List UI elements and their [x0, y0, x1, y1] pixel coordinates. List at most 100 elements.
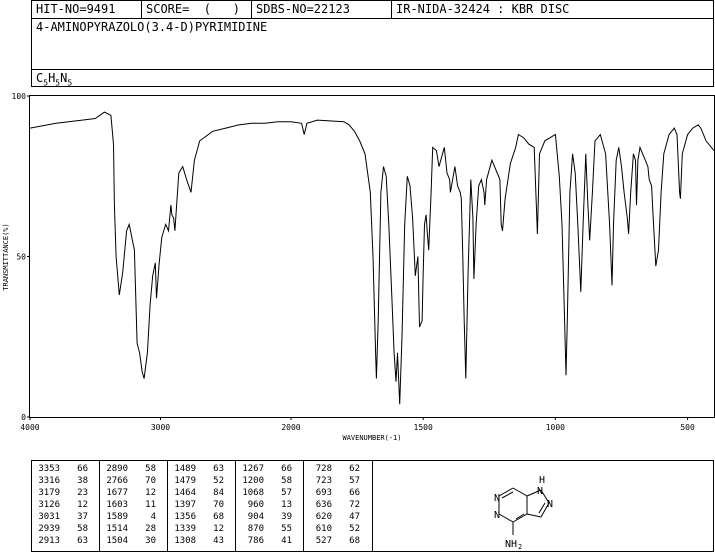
- nh-h-label: H: [539, 475, 545, 486]
- peak-transmittance: 68: [349, 536, 360, 546]
- peak-transmittance: 58: [145, 464, 156, 474]
- peak-wavenumber: 1356: [174, 512, 196, 522]
- peak-wavenumber: 636: [315, 500, 332, 510]
- peak-wavenumber: 1068: [242, 488, 264, 498]
- peak-wavenumber: 3353: [38, 464, 60, 474]
- peak-transmittance: 66: [281, 464, 292, 474]
- peak-transmittance: 12: [145, 488, 156, 498]
- peak-wavenumber: 1677: [106, 488, 128, 498]
- peak-transmittance: 43: [213, 536, 224, 546]
- peak-table: 3353 66 3316 38 3179 23 3126 12 3031 37 2939 58 2913…: [31, 460, 373, 552]
- peak-transmittance: 58: [77, 524, 88, 534]
- peak-wavenumber: 1200: [242, 476, 264, 486]
- x-tick-label: 1000: [546, 423, 565, 432]
- peak-wavenumber: 1267: [242, 464, 264, 474]
- peak-transmittance: 57: [349, 476, 360, 486]
- peak-transmittance: 30: [145, 536, 156, 546]
- peak-wavenumber: 610: [315, 524, 332, 534]
- x-tick-label: 2000: [281, 423, 300, 432]
- x-axis-label: WAVENUMBER(-1): [342, 434, 401, 442]
- peak-wavenumber: 3031: [38, 512, 60, 522]
- peak-transmittance: 72: [349, 500, 360, 510]
- y-axis-label: TRANSMITTANCE(%): [2, 223, 10, 290]
- peak-wavenumber: 527: [315, 536, 332, 546]
- peak-transmittance: 66: [349, 488, 360, 498]
- peak-column: 3353 66 3316 38 3179 23 3126 12 3031 37 2939 58 2913…: [32, 461, 100, 551]
- peak-wavenumber: 728: [315, 464, 332, 474]
- plot-frame: [29, 95, 715, 418]
- amine-label: NH: [505, 539, 517, 550]
- peak-column: 1489 63 1479 52 1464 84 1397 70 1356 68 1339 12 1308…: [168, 461, 236, 551]
- n-atom-label: N: [547, 499, 553, 510]
- molecule-structure: N N N H N NH 2: [494, 475, 553, 551]
- peak-wavenumber: 960: [247, 500, 264, 510]
- n-atom-label: N: [537, 486, 543, 497]
- peak-transmittance: 58: [281, 476, 292, 486]
- peak-transmittance: 37: [77, 512, 88, 522]
- peak-transmittance: 23: [77, 488, 88, 498]
- peak-wavenumber: 1603: [106, 500, 128, 510]
- peak-transmittance: 28: [145, 524, 156, 534]
- peak-transmittance: 70: [145, 476, 156, 486]
- peak-transmittance: 12: [213, 524, 224, 534]
- x-axis-ticks: 4000 3000 2000 1500 1000 500: [20, 417, 695, 432]
- peak-column: 1267 66 1200 58 1068 57 960 13 904 39 870 55 786 41: [236, 461, 304, 551]
- peak-column: 728 62 723 57 693 66 636 72 620 47 610 52 527 68: [304, 461, 372, 551]
- n-atom-label: N: [494, 493, 500, 504]
- peak-transmittance: 38: [77, 476, 88, 486]
- y-tick-label: 50: [16, 253, 26, 262]
- peak-transmittance: 84: [213, 488, 224, 498]
- peak-wavenumber: 786: [247, 536, 264, 546]
- peak-transmittance: 39: [281, 512, 292, 522]
- spectrum-line: [29, 111, 715, 405]
- y-axis-ticks: 0 50 100: [12, 92, 30, 422]
- peak-wavenumber: 1339: [174, 524, 196, 534]
- y-tick-label: 100: [12, 92, 27, 101]
- x-tick-label: 3000: [151, 423, 170, 432]
- peak-wavenumber: 693: [315, 488, 332, 498]
- peak-wavenumber: 870: [247, 524, 264, 534]
- y-tick-label: 0: [21, 413, 26, 422]
- peak-wavenumber: 1464: [174, 488, 196, 498]
- n-atom-label: N: [494, 510, 500, 521]
- peak-wavenumber: 2766: [106, 476, 128, 486]
- peak-transmittance: 52: [213, 476, 224, 486]
- peak-wavenumber: 723: [315, 476, 332, 486]
- peak-wavenumber: 3126: [38, 500, 60, 510]
- peak-wavenumber: 620: [315, 512, 332, 522]
- peak-wavenumber: 1308: [174, 536, 196, 546]
- peak-wavenumber: 1589: [106, 512, 128, 522]
- ir-spectrum-chart: 0 50 100 4000 3000 2000 1500 1000 500 WAVENUMBE…: [2, 92, 715, 442]
- peak-transmittance: 47: [349, 512, 360, 522]
- peak-transmittance: 12: [77, 500, 88, 510]
- peak-wavenumber: 2913: [38, 536, 60, 546]
- peak-wavenumber: 2890: [106, 464, 128, 474]
- peak-wavenumber: 1504: [106, 536, 128, 546]
- peak-transmittance: 41: [281, 536, 292, 546]
- peak-wavenumber: 1397: [174, 500, 196, 510]
- peak-wavenumber: 1489: [174, 464, 196, 474]
- peak-transmittance: 4: [150, 512, 156, 522]
- peak-wavenumber: 904: [247, 512, 264, 522]
- peak-wavenumber: 1514: [106, 524, 128, 534]
- x-tick-label: 4000: [20, 423, 39, 432]
- peak-transmittance: 68: [213, 512, 224, 522]
- peak-transmittance: 11: [145, 500, 156, 510]
- peak-wavenumber: 1479: [174, 476, 196, 486]
- peak-transmittance: 62: [349, 464, 360, 474]
- peak-transmittance: 55: [281, 524, 292, 534]
- peak-wavenumber: 3179: [38, 488, 60, 498]
- amine-subscript: 2: [518, 543, 522, 551]
- peak-wavenumber: 2939: [38, 524, 60, 534]
- peak-wavenumber: 3316: [38, 476, 60, 486]
- peak-transmittance: 66: [77, 464, 88, 474]
- peak-transmittance: 63: [213, 464, 224, 474]
- peak-transmittance: 63: [77, 536, 88, 546]
- peak-transmittance: 13: [281, 500, 292, 510]
- x-tick-label: 500: [680, 423, 695, 432]
- peak-transmittance: 52: [349, 524, 360, 534]
- peak-transmittance: 70: [213, 500, 224, 510]
- peak-transmittance: 57: [281, 488, 292, 498]
- peak-column: 2890 58 2766 70 1677 12 1603 11 1589 4 1514 28 1504 3…: [100, 461, 168, 551]
- x-tick-label: 1500: [414, 423, 433, 432]
